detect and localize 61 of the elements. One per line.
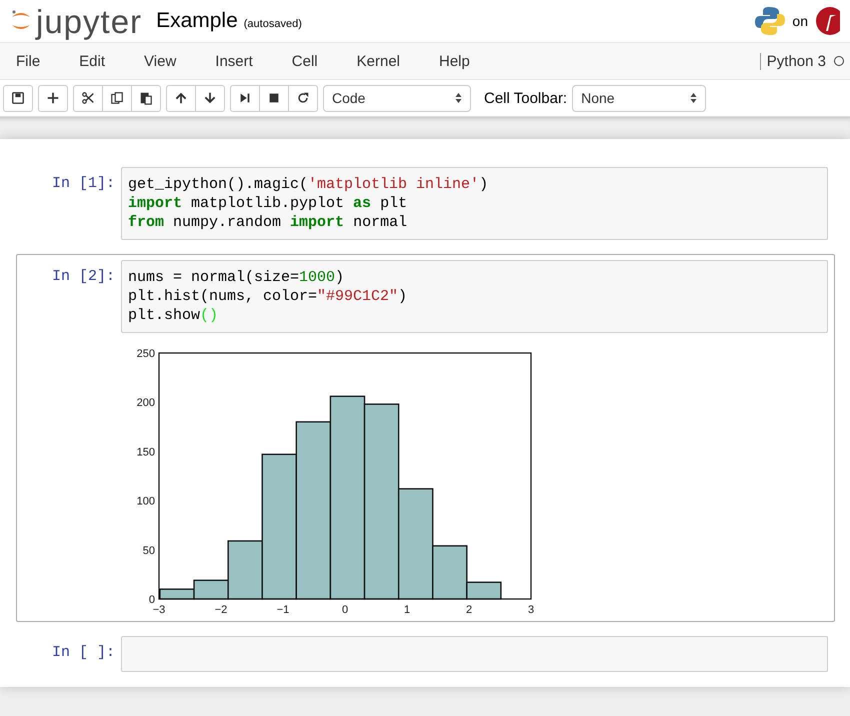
kernel-name: Python 3	[766, 52, 826, 70]
menu-item[interactable]: Help	[429, 52, 487, 70]
menu-item[interactable]: Cell	[282, 52, 335, 70]
notebook-cell[interactable]: In [2]: nums = normal(size=1000) plt.hist(nums, color="#99C1C2") plt.show() 0 50 100 150 200 250 −3 −2 −1 0 1 2 3	[16, 254, 835, 622]
y-tick-label: 0	[148, 594, 155, 606]
arrow-down-icon	[203, 91, 217, 105]
scissors-icon	[81, 91, 95, 105]
x-tick-label: 2	[466, 604, 472, 616]
notebook-name[interactable]: Example	[156, 9, 238, 33]
toolbar-button[interactable]	[73, 84, 103, 112]
toolbar-button[interactable]	[3, 84, 33, 112]
toolbar-button[interactable]	[195, 84, 225, 112]
arrow-up-icon	[174, 91, 188, 105]
toolbar-button[interactable]	[38, 84, 68, 112]
x-tick-label: −3	[152, 604, 166, 616]
code-input[interactable]	[121, 636, 828, 672]
select-arrows-icon	[690, 92, 698, 104]
input-prompt: In [2]:	[50, 267, 116, 287]
x-tick-label: −1	[276, 604, 290, 616]
cell-toolbar-select[interactable]: None	[572, 84, 706, 112]
toolbar-button[interactable]	[288, 84, 318, 112]
menu-item[interactable]: View	[134, 52, 194, 70]
host-label: on	[792, 13, 808, 29]
save-status: (autosaved)	[244, 18, 302, 30]
code-input[interactable]: get_ipython().magic('matplotlib inline') import matplotlib.pyplot as plt from numpy.random import normal	[121, 167, 828, 240]
x-tick-label: 3	[528, 604, 534, 616]
toolbar-button[interactable]	[102, 84, 132, 112]
stop-icon	[267, 91, 281, 105]
notebook-cell[interactable]: In [ ]:	[16, 630, 835, 678]
x-tick-label: −2	[214, 604, 228, 616]
notebook-cell[interactable]: In [1]: get_ipython().magic('matplotlib inline') import matplotlib.pyplot as plt from numpy.random import normal	[16, 161, 835, 246]
y-tick-label: 200	[136, 397, 155, 410]
host-logo-icon	[814, 5, 840, 37]
menu-item[interactable]: Kernel	[346, 52, 417, 70]
menu-item[interactable]: Edit	[69, 52, 122, 70]
paste-icon	[139, 91, 153, 105]
logo-text: jupyter	[36, 4, 142, 38]
x-tick-label: 1	[404, 604, 410, 616]
cell-type-select[interactable]: Code	[323, 84, 471, 112]
y-tick-label: 150	[136, 446, 155, 458]
x-tick-label: 0	[342, 604, 348, 616]
input-prompt: In [1]:	[50, 174, 116, 194]
copy-icon	[110, 91, 124, 105]
code-input[interactable]: nums = normal(size=1000) plt.hist(nums, color="#99C1C2") plt.show()	[121, 260, 828, 333]
step-forward-icon	[238, 91, 252, 105]
menu-item[interactable]: File	[6, 52, 58, 70]
toolbar-button[interactable]	[259, 84, 289, 112]
plus-icon	[46, 91, 60, 105]
refresh-icon	[296, 91, 310, 105]
y-tick-label: 50	[142, 544, 155, 557]
menu-item[interactable]: Insert	[205, 52, 270, 70]
save-icon	[11, 91, 25, 105]
toolbar-button[interactable]	[230, 84, 260, 112]
toolbar-button[interactable]	[131, 84, 161, 112]
select-arrows-icon	[455, 92, 462, 104]
snake-logo-icon	[754, 5, 786, 37]
cell-toolbar-label: Cell Toolbar:	[484, 90, 568, 106]
toolbar-button[interactable]	[166, 84, 196, 112]
y-tick-label: 250	[136, 348, 155, 360]
y-tick-label: 100	[136, 496, 155, 508]
input-prompt: In [ ]:	[50, 643, 116, 663]
